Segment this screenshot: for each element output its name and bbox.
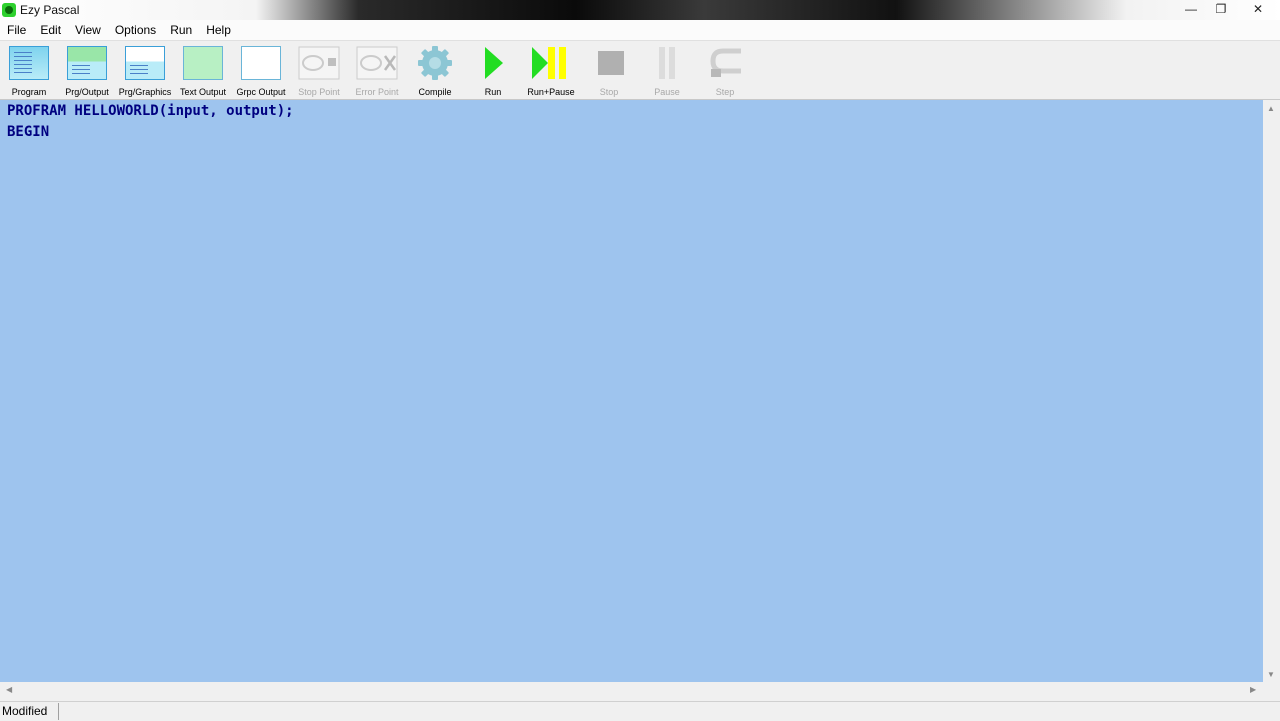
play-pause-icon [530,45,572,81]
program-button[interactable]: Program [0,45,58,97]
scroll-corner [1263,682,1280,699]
pause-label: Pause [654,87,680,97]
step-label: Step [715,87,735,97]
close-icon[interactable]: ✕ [1236,0,1280,18]
play-icon [472,45,514,81]
error-point-button[interactable]: Error Point [348,45,406,97]
stop-button[interactable]: Stop [580,45,638,97]
text-output-label: Text Output [179,87,227,97]
program-label: Program [11,87,47,97]
error-point-icon [356,45,398,81]
run-button[interactable]: Run [464,45,522,97]
compile-label: Compile [418,87,452,97]
menu-edit[interactable]: Edit [33,20,68,40]
window-title: Ezy Pascal [20,3,80,17]
run-label: Run [484,87,502,97]
stop-label: Stop [599,87,619,97]
prg-graphics-button[interactable]: Prg/Graphics [116,45,174,97]
menu-options[interactable]: Options [108,20,163,40]
step-button[interactable]: Step [696,45,754,97]
minimize-icon[interactable]: — [1176,0,1206,18]
grpc-output-label: Grpc Output [236,87,286,97]
horizontal-scrollbar[interactable]: ◀ ▶ [0,682,1263,699]
window-controls: — ❐ ✕ [1176,0,1280,20]
scroll-up-icon[interactable]: ▲ [1267,104,1275,113]
prg-output-button[interactable]: Prg/Output [58,45,116,97]
error-point-label: Error Point [355,87,399,97]
gear-icon [414,45,456,81]
compile-button[interactable]: Compile [406,45,464,97]
maximize-icon[interactable]: ❐ [1206,0,1236,18]
status-modified: Modified [0,703,59,720]
prg-output-label: Prg/Output [65,87,109,97]
run-pause-button[interactable]: Run+Pause [522,45,580,97]
menu-run[interactable]: Run [163,20,199,40]
step-icon [704,45,746,81]
prg-graphics-icon [125,46,165,80]
prg-graphics-label: Prg/Graphics [118,87,172,97]
program-icon [9,46,49,80]
toolbar: Program Prg/Output Prg/Graphics Text Out… [0,41,1280,100]
stop-point-label: Stop Point [298,87,340,97]
code-editor[interactable]: PROFRAM HELLOWORLD(input, output); BEGIN [0,100,1263,682]
status-bar: Modified [0,701,1280,721]
menu-bar: File Edit View Options Run Help [0,20,1280,41]
run-pause-label: Run+Pause [527,87,575,97]
text-output-button[interactable]: Text Output [174,45,232,97]
stop-icon [588,45,630,81]
grpc-output-icon [241,46,281,80]
code-line-2: BEGIN [7,124,50,140]
prg-output-icon [67,46,107,80]
text-output-icon [183,46,223,80]
pause-button[interactable]: Pause [638,45,696,97]
scroll-right-icon[interactable]: ▶ [1250,685,1256,694]
scroll-down-icon[interactable]: ▼ [1267,670,1275,679]
stop-point-icon [298,45,340,81]
menu-view[interactable]: View [68,20,108,40]
app-icon [2,3,16,17]
code-line-1: PROFRAM HELLOWORLD(input, output); [7,103,294,119]
scroll-left-icon[interactable]: ◀ [6,685,12,694]
vertical-scrollbar[interactable]: ▲ ▼ [1263,100,1280,682]
grpc-output-button[interactable]: Grpc Output [232,45,290,97]
menu-help[interactable]: Help [199,20,238,40]
title-bar: Ezy Pascal — ❐ ✕ [0,0,1280,20]
pause-icon [646,45,688,81]
stop-point-button[interactable]: Stop Point [290,45,348,97]
menu-file[interactable]: File [0,20,33,40]
